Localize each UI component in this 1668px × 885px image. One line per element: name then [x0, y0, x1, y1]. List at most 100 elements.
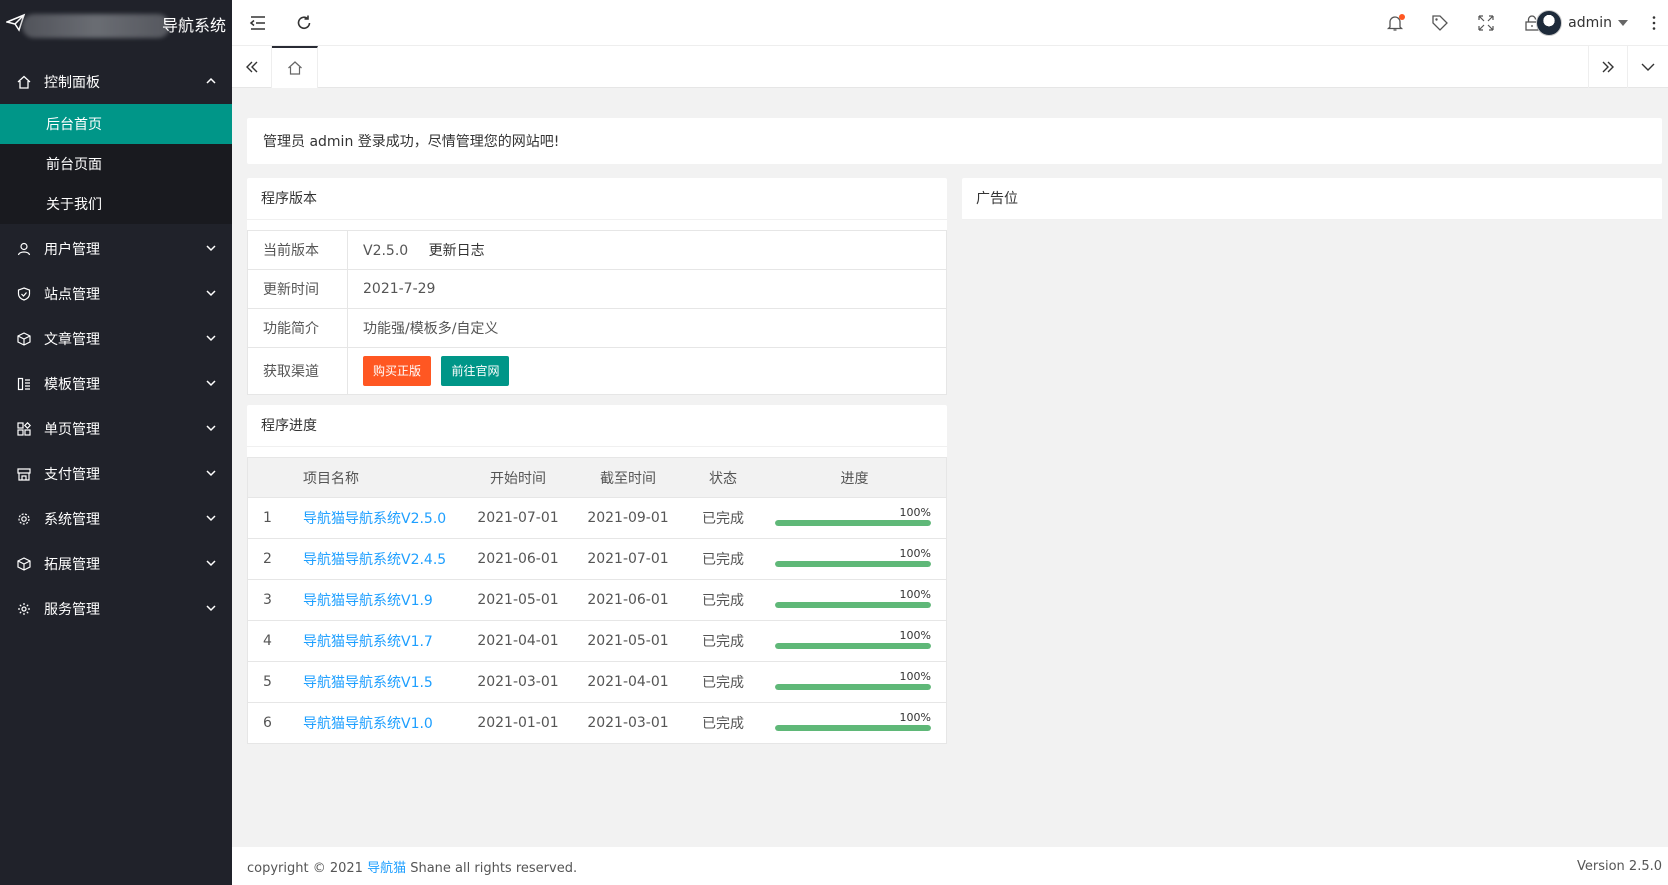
chevron-down-icon	[206, 245, 216, 252]
official-site-button[interactable]: 前往官网	[441, 356, 510, 386]
end-date: 2021-09-01	[573, 497, 683, 539]
end-date: 2021-07-01	[573, 538, 683, 580]
menu-page[interactable]: 单页管理	[0, 406, 232, 451]
ad-card-title: 广告位	[962, 178, 1662, 220]
buy-button[interactable]: 购买正版	[363, 356, 432, 386]
sidebar-item-about[interactable]: 关于我们	[0, 184, 232, 224]
project-name-link[interactable]: 导航猫导航系统V1.7	[303, 620, 463, 662]
footer-link[interactable]: 导航猫	[367, 861, 406, 876]
theme-tag-icon[interactable]	[1430, 13, 1450, 33]
menu-article[interactable]: 文章管理	[0, 316, 232, 361]
progress-fill	[775, 684, 931, 690]
sidebar-item-admin-home[interactable]: 后台首页	[0, 104, 232, 144]
changelog-link[interactable]: 更新日志	[429, 243, 485, 259]
project-name-link[interactable]: 导航猫导航系统V1.5	[303, 661, 463, 703]
progress-cell: 100%	[763, 497, 946, 539]
logo[interactable]: 导航系统	[0, 0, 232, 46]
table-row: 4 导航猫导航系统V1.7 2021-04-01 2021-05-01 已完成 100%	[248, 620, 946, 662]
status-text: 已完成	[683, 620, 763, 662]
progress-percent: 100%	[899, 711, 931, 724]
table-row: 3 导航猫导航系统V1.9 2021-05-01 2021-06-01 已完成 100%	[248, 579, 946, 621]
row-number: 4	[248, 620, 303, 662]
feature-label: 功能简介	[247, 308, 348, 348]
refresh-icon[interactable]	[294, 13, 314, 33]
welcome-banner: 管理员 admin 登录成功，尽情管理您的网站吧!	[247, 118, 1662, 164]
footer-version: Version 2.5.0	[1576, 858, 1662, 874]
caret-down-icon	[1618, 20, 1628, 26]
status-text: 已完成	[683, 497, 763, 539]
menu-site[interactable]: 站点管理	[0, 271, 232, 316]
status-text: 已完成	[683, 538, 763, 580]
version-card-title: 程序版本	[247, 178, 947, 220]
sidebar-item-front-page[interactable]: 前台页面	[0, 144, 232, 184]
project-name-link[interactable]: 导航猫导航系统V1.0	[303, 702, 463, 744]
menu-dashboard[interactable]: 控制面板	[0, 59, 232, 104]
progress-fill	[775, 643, 931, 649]
ad-card: 广告位	[962, 178, 1662, 220]
fullscreen-icon[interactable]	[1476, 13, 1496, 33]
progress-bar	[775, 725, 931, 731]
version-card: 程序版本 当前版本 V2.5.0 更新日志 更新时间 2021-7-29 功能简…	[247, 178, 947, 395]
menu-extension[interactable]: 拓展管理	[0, 541, 232, 586]
shield-icon	[16, 286, 32, 302]
progress-fill	[775, 520, 931, 526]
progress-table-wrap: 项目名称 开始时间 截至时间 状态 进度 1 导航猫导航系统V2.5.0 2021-…	[247, 447, 947, 744]
menu-user[interactable]: 用户管理	[0, 226, 232, 271]
row-number: 6	[248, 702, 303, 744]
blurred-logo-text	[22, 14, 170, 38]
menu-article-label: 文章管理	[44, 331, 100, 348]
tab-home[interactable]	[272, 46, 318, 88]
start-date: 2021-01-01	[463, 702, 573, 744]
menu-service[interactable]: 服务管理	[0, 586, 232, 631]
project-name-link[interactable]: 导航猫导航系统V2.4.5	[303, 538, 463, 580]
notification-dot	[1399, 14, 1405, 20]
status-text: 已完成	[683, 579, 763, 621]
user-icon	[16, 241, 32, 257]
progress-percent: 100%	[899, 588, 931, 601]
progress-table-border: 项目名称 开始时间 截至时间 状态 进度 1 导航猫导航系统V2.5.0 2021-…	[247, 457, 947, 744]
table-row: 功能简介 功能强/模板多/自定义	[247, 308, 947, 348]
chevron-down-icon	[206, 380, 216, 387]
menu-template[interactable]: 模板管理	[0, 361, 232, 406]
progress-fill	[775, 725, 931, 731]
status-text: 已完成	[683, 702, 763, 744]
tab-scroll-left-icon[interactable]	[232, 46, 272, 88]
user-menu[interactable]: admin	[1536, 10, 1628, 36]
dashboard-submenu: 后台首页 前台页面 关于我们	[0, 104, 232, 224]
menu-payment-label: 支付管理	[44, 466, 100, 483]
update-time-value: 2021-7-29	[347, 269, 947, 309]
menu-system[interactable]: 系统管理	[0, 496, 232, 541]
gear-icon	[16, 511, 32, 527]
table-row: 5 导航猫导航系统V1.5 2021-03-01 2021-04-01 已完成 100%	[248, 661, 946, 703]
menu-payment[interactable]: 支付管理	[0, 451, 232, 496]
service-gear-icon	[16, 601, 32, 617]
tab-scroll-right-icon[interactable]	[1588, 46, 1628, 88]
main-content: 管理员 admin 登录成功，尽情管理您的网站吧! 程序版本 当前版本 V2.5…	[232, 88, 1668, 847]
row-number: 1	[248, 497, 303, 539]
progress-percent: 100%	[899, 547, 931, 560]
progress-cell: 100%	[763, 538, 946, 580]
progress-card-title: 程序进度	[247, 405, 947, 447]
col-progress-header: 进度	[763, 457, 946, 498]
start-date: 2021-05-01	[463, 579, 573, 621]
progress-percent: 100%	[899, 629, 931, 642]
store-icon	[16, 466, 32, 482]
project-name-link[interactable]: 导航猫导航系统V2.5.0	[303, 497, 463, 539]
avatar	[1536, 10, 1563, 36]
tab-dropdown-icon[interactable]	[1628, 46, 1668, 88]
project-name-link[interactable]: 导航猫导航系统V1.9	[303, 579, 463, 621]
notification-bell-icon[interactable]	[1385, 13, 1405, 33]
current-version-cell: V2.5.0 更新日志	[347, 230, 947, 270]
collapse-menu-icon[interactable]	[248, 13, 268, 33]
logo-text: 导航系统	[162, 16, 227, 35]
progress-bar	[775, 643, 931, 649]
progress-cell: 100%	[763, 620, 946, 662]
col-end-header: 截至时间	[573, 457, 683, 498]
start-date: 2021-07-01	[463, 497, 573, 539]
more-options-icon[interactable]	[1644, 13, 1664, 33]
apps-icon	[16, 421, 32, 437]
menu-user-label: 用户管理	[44, 241, 100, 258]
col-num-header	[248, 457, 303, 498]
username: admin	[1568, 15, 1612, 31]
chevron-down-icon	[206, 605, 216, 612]
